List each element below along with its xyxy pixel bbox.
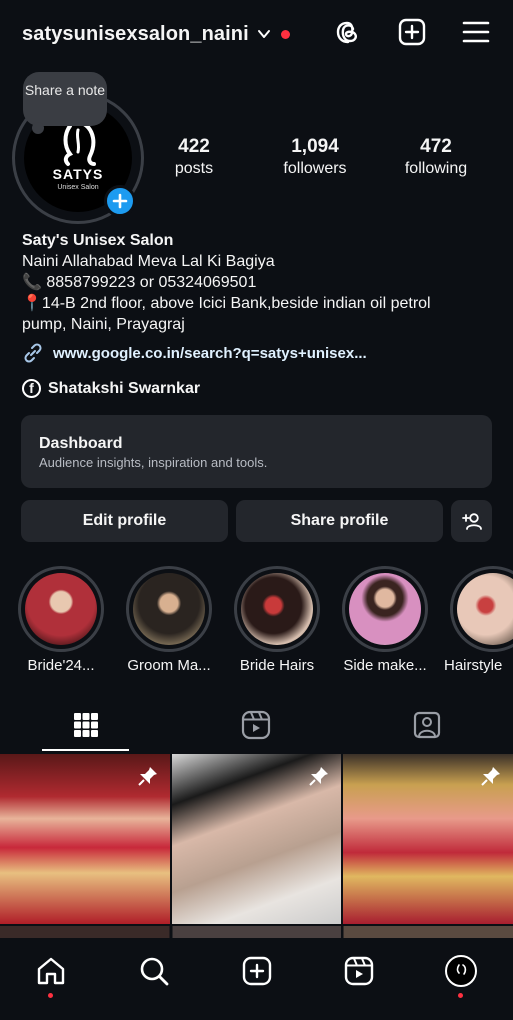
grid-icon [74, 713, 98, 737]
new-post-icon[interactable] [397, 17, 427, 47]
profile-stats: 422 posts 1,094 followers 472 following [155, 136, 495, 178]
highlight-label: Bride Hairs [239, 657, 315, 674]
logo-face-icon [456, 964, 467, 975]
highlight-thumbnail [457, 573, 513, 645]
add-story-button[interactable] [104, 185, 136, 217]
highlight-item[interactable]: Groom Ma... [126, 566, 212, 674]
stat-value: 1,094 [291, 136, 339, 157]
pin-icon [481, 767, 500, 786]
nav-profile[interactable] [444, 954, 478, 988]
facebook-name: Shatakshi Swarnkar [48, 379, 201, 397]
profile-tabs [0, 700, 513, 752]
chevron-down-icon[interactable] [257, 27, 271, 41]
post-thumbnail[interactable] [172, 754, 341, 924]
highlight-label: Side make... [343, 657, 427, 674]
share-profile-button[interactable]: Share profile [236, 500, 443, 542]
pin-icon [138, 767, 157, 786]
bio-link-text: www.google.co.in/search?q=satys+unisex..… [53, 344, 367, 362]
highlight-ring [450, 566, 513, 652]
add-person-icon [461, 513, 482, 530]
discover-people-button[interactable] [451, 500, 492, 542]
menu-icon[interactable] [461, 17, 491, 47]
link-icon [24, 343, 42, 363]
stat-label: followers [283, 160, 347, 177]
nav-reels[interactable] [342, 954, 376, 988]
highlight-ring [342, 566, 428, 652]
account-username[interactable]: satysunisexsalon_naini [22, 23, 249, 46]
stat-value: 472 [420, 136, 452, 157]
highlight-thumbnail [133, 573, 205, 645]
plus-icon [112, 193, 128, 209]
profile-bio: Saty's Unisex Salon Naini Allahabad Meva… [22, 230, 492, 335]
tab-posts[interactable] [69, 708, 103, 742]
bottom-navigation [0, 938, 513, 1020]
tab-reels[interactable] [239, 708, 273, 742]
stat-label: following [404, 160, 468, 177]
dashboard-card[interactable]: Dashboard Audience insights, inspiration… [21, 415, 492, 488]
reels-icon [344, 956, 374, 986]
post-thumbnail[interactable] [343, 754, 513, 924]
stat-followers[interactable]: 1,094 followers [233, 136, 397, 178]
home-icon [37, 957, 65, 985]
account-notification-dot [280, 29, 290, 39]
highlight-item[interactable]: Side make... [342, 566, 428, 674]
highlight-item[interactable]: Bride Hairs [234, 566, 320, 674]
highlight-item[interactable]: Hairstyle [444, 566, 513, 674]
active-tab-indicator [42, 749, 129, 751]
reels-icon [241, 710, 271, 740]
highlight-thumbnail [349, 573, 421, 645]
highlight-label: Hairstyle [444, 657, 503, 674]
nav-home[interactable] [34, 954, 68, 988]
nav-create[interactable] [240, 954, 274, 988]
edit-profile-button[interactable]: Edit profile [21, 500, 228, 542]
nav-search[interactable] [137, 954, 171, 988]
highlight-label: Bride'24... [27, 657, 95, 674]
post-thumbnail[interactable] [0, 754, 170, 924]
bio-line: Naini Allahabad Meva Lal Ki Bagiya [22, 253, 275, 270]
highlight-ring [234, 566, 320, 652]
bio-address-cont: pump, Naini, Prayagraj [22, 316, 185, 333]
create-post-icon [242, 956, 272, 986]
stat-posts[interactable]: 422 posts [155, 136, 233, 178]
dashboard-title: Dashboard [39, 435, 123, 452]
highlight-item[interactable]: Bride'24... [18, 566, 104, 674]
profile-name: Saty's Unisex Salon [22, 232, 174, 249]
stat-following[interactable]: 472 following [397, 136, 475, 178]
tagged-person-icon [413, 711, 441, 739]
bio-phone: 📞 8858799223 or 05324069501 [22, 274, 257, 291]
home-notification-dot [48, 993, 53, 998]
profile-notification-dot [458, 993, 463, 998]
search-icon [140, 957, 169, 986]
pin-icon [309, 767, 328, 786]
highlight-label: Groom Ma... [127, 657, 211, 674]
tab-tagged[interactable] [410, 708, 444, 742]
logo-text: SATYS [52, 166, 104, 182]
highlight-thumbnail [25, 573, 97, 645]
highlight-ring [18, 566, 104, 652]
bio-address: 📍14-B 2nd floor, above Icici Bank,beside… [22, 295, 431, 312]
highlight-thumbnail [241, 573, 313, 645]
story-highlights: Bride'24... Groom Ma... Bride Hairs Side… [0, 566, 513, 678]
facebook-link[interactable]: f Shatakshi Swarnkar [22, 379, 200, 398]
threads-icon[interactable] [333, 17, 363, 47]
stat-label: posts [174, 160, 214, 177]
stat-value: 422 [178, 136, 210, 157]
post-grid [0, 754, 513, 940]
note-bubble-tail [32, 122, 44, 134]
profile-avatar-small [445, 955, 477, 987]
share-note-bubble[interactable]: Share a note [23, 72, 107, 126]
bio-link[interactable]: www.google.co.in/search?q=satys+unisex..… [22, 342, 367, 364]
highlight-ring [126, 566, 212, 652]
dashboard-subtitle: Audience insights, inspiration and tools… [39, 455, 268, 470]
facebook-icon: f [22, 379, 41, 398]
top-bar: satysunisexsalon_naini [0, 0, 513, 68]
